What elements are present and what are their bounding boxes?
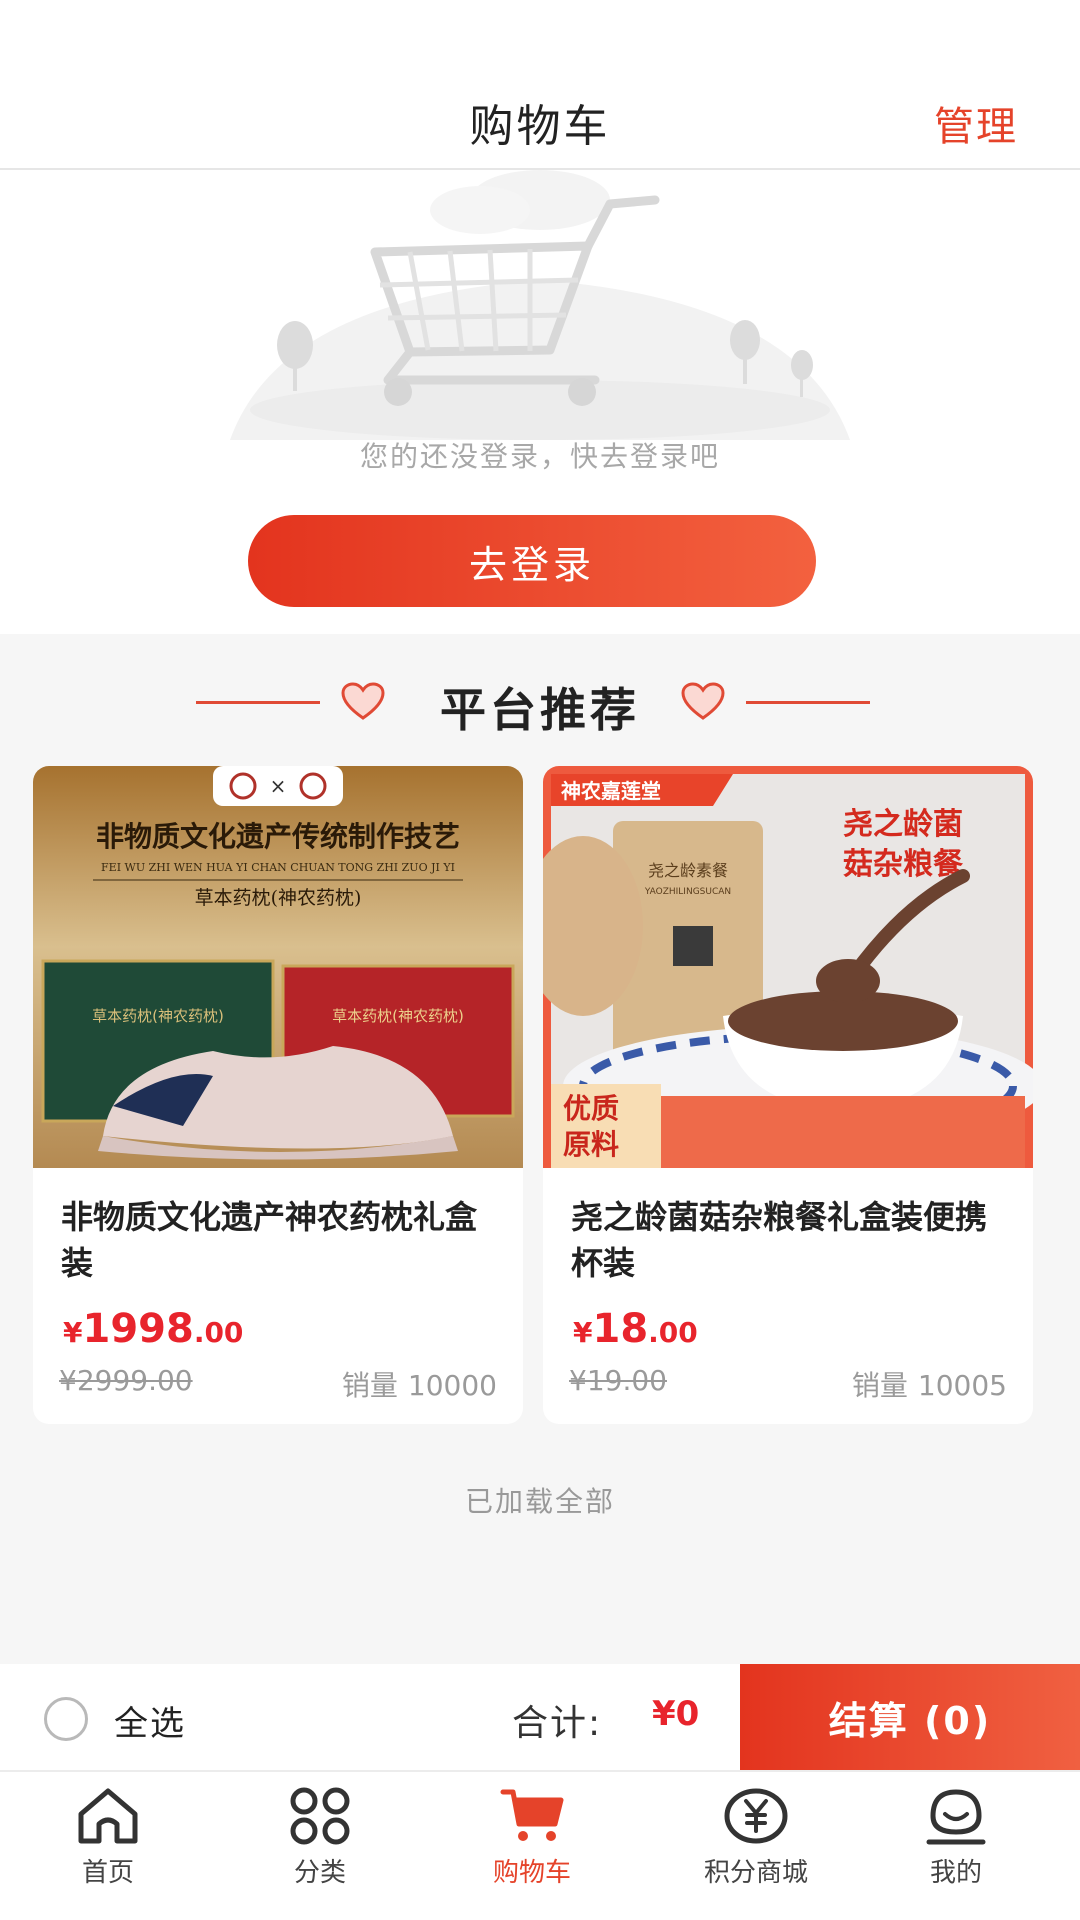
currency-symbol: ¥ xyxy=(573,1316,593,1349)
product-price: ¥1998.00 xyxy=(63,1306,243,1352)
product-image[interactable]: 神农嘉莲堂 尧之龄素餐 YAOZHILINGSUCAN 尧之龄菌 菇杂粮餐 优质… xyxy=(543,766,1033,1168)
cart-icon xyxy=(500,1789,564,1841)
cup-sub: YAOZHILINGSUCAN xyxy=(644,887,731,897)
empty-cart-section: 您的还没登录，快去登录吧 去登录 xyxy=(0,170,1080,634)
image-headline: 非物质文化遗产传统制作技艺 xyxy=(96,820,460,853)
box-label: 草本药枕(神农药枕) xyxy=(332,1007,464,1025)
price-integer: 1998 xyxy=(82,1306,194,1352)
image-headline: 菇杂粮餐 xyxy=(843,847,964,882)
original-price: ¥19.00 xyxy=(569,1364,667,1397)
original-price: ¥2999.00 xyxy=(59,1364,193,1397)
tab-points-mall[interactable]: 积分商城 xyxy=(648,1786,864,1916)
manage-button[interactable]: 管理 xyxy=(934,94,1018,152)
tab-label: 积分商城 xyxy=(703,1858,808,1888)
empty-cart-illustration xyxy=(230,170,850,440)
product-name[interactable]: 非物质文化遗产神农药枕礼盒装 xyxy=(61,1194,501,1286)
heart-icon xyxy=(681,682,725,720)
image-badge: 优质 xyxy=(563,1092,619,1125)
all-loaded-text: 已加载全部 xyxy=(464,1485,615,1518)
product-card[interactable]: 神农嘉莲堂 尧之龄素餐 YAOZHILINGSUCAN 尧之龄菌 菇杂粮餐 优质… xyxy=(543,766,1033,1424)
login-prompt-text: 您的还没登录，快去登录吧 xyxy=(359,440,720,473)
tab-category[interactable]: 分类 xyxy=(212,1786,428,1916)
home-icon xyxy=(78,1788,138,1844)
total-value: ¥0 xyxy=(652,1694,700,1734)
tab-label: 首页 xyxy=(81,1858,134,1888)
cup-label: 尧之龄素餐 xyxy=(648,861,728,880)
image-subline: 草本药枕(神农药枕) xyxy=(195,887,362,909)
price-decimal: .00 xyxy=(193,1316,244,1349)
tab-profile[interactable]: 我的 xyxy=(848,1786,1064,1916)
logo-separator: × xyxy=(270,774,287,798)
sales-label: 销量 xyxy=(851,1369,908,1402)
price-integer: 18 xyxy=(592,1306,649,1352)
sales-value: 10000 xyxy=(407,1369,497,1402)
profile-icon xyxy=(926,1789,986,1845)
currency-symbol: ¥ xyxy=(63,1316,83,1349)
points-mall-icon xyxy=(724,1788,788,1844)
divider-line xyxy=(746,701,870,704)
recommend-heading: 平台推荐 xyxy=(0,668,1080,738)
recommend-title: 平台推荐 xyxy=(440,683,640,737)
select-all-label[interactable]: 全选 xyxy=(114,1696,186,1745)
category-icon xyxy=(290,1787,350,1845)
product-card[interactable]: × 非物质文化遗产传统制作技艺 FEI WU ZHI WEN HUA YI CH… xyxy=(33,766,523,1424)
sales-value: 10005 xyxy=(917,1369,1007,1402)
bottom-tab-bar: 首页 分类 购物车 积分商城 我的 xyxy=(0,1770,1080,1920)
checkout-button[interactable]: 结算 (0) xyxy=(740,1664,1080,1770)
total-label: 合计: xyxy=(512,1703,603,1744)
image-pinyin: FEI WU ZHI WEN HUA YI CHAN CHUAN TONG ZH… xyxy=(101,861,455,874)
tab-label: 购物车 xyxy=(492,1858,571,1888)
status-bar xyxy=(0,0,1080,68)
select-all-radio[interactable] xyxy=(44,1697,88,1741)
price-decimal: .00 xyxy=(648,1316,698,1349)
product-image[interactable]: × 非物质文化遗产传统制作技艺 FEI WU ZHI WEN HUA YI CH… xyxy=(33,766,523,1168)
product-name[interactable]: 尧之龄菌菇杂粮餐礼盒装便携杯装 xyxy=(571,1194,1011,1286)
page-header: 购物车 管理 xyxy=(0,68,1080,170)
login-button[interactable]: 去登录 xyxy=(248,515,816,607)
checkout-bar: 全选 合计: ¥0 结算 (0) xyxy=(0,1664,1080,1770)
tab-label: 我的 xyxy=(929,1858,982,1888)
image-brand: 神农嘉莲堂 xyxy=(561,779,661,803)
page-title: 购物车 xyxy=(469,101,611,152)
product-price: ¥18.00 xyxy=(573,1306,698,1352)
tab-home[interactable]: 首页 xyxy=(0,1786,216,1916)
sales-count: 销量 10000 xyxy=(332,1364,497,1404)
sales-count: 销量 10005 xyxy=(842,1364,1007,1404)
image-headline: 尧之龄菌 xyxy=(843,807,963,842)
image-badge: 原料 xyxy=(563,1128,619,1161)
sales-label: 销量 xyxy=(341,1369,398,1402)
tab-cart[interactable]: 购物车 xyxy=(424,1786,640,1916)
tab-label: 分类 xyxy=(293,1858,346,1888)
box-label: 草本药枕(神农药枕) xyxy=(92,1007,224,1025)
